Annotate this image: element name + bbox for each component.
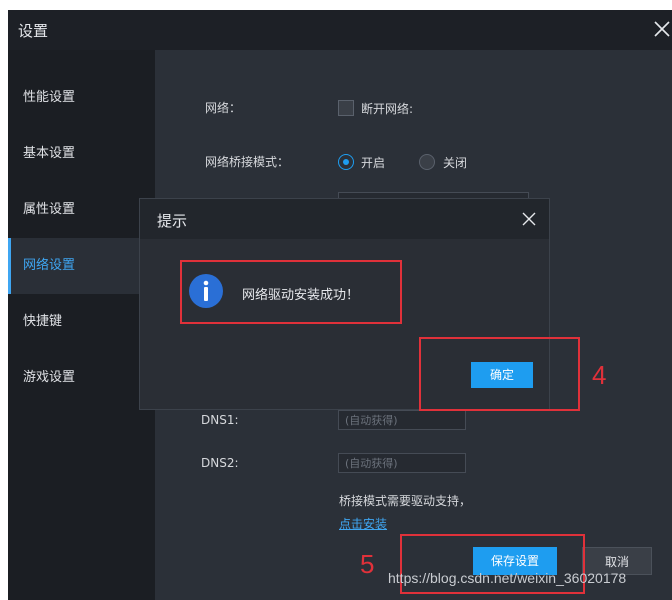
watermark: https://blog.csdn.net/weixin_36020178 — [388, 570, 627, 586]
disconnect-network-checkbox[interactable] — [338, 100, 354, 116]
bridge-driver-note: 桥接模式需要驱动支持， — [339, 494, 472, 508]
bridge-off-radio[interactable] — [419, 154, 435, 170]
install-driver-link[interactable]: 点击安装 — [339, 515, 387, 532]
close-icon[interactable] — [519, 209, 539, 229]
title-bar: 设置 — [8, 10, 672, 50]
sidebar-item-basic[interactable]: 基本设置 — [8, 126, 154, 182]
dialog-header: 提示 — [140, 199, 549, 239]
window-title: 设置 — [18, 22, 49, 40]
sidebar-item-network[interactable]: 网络设置 — [8, 238, 154, 294]
dns1-placeholder: (自动获得) — [345, 414, 398, 427]
sidebar: 性能设置 基本设置 属性设置 网络设置 快捷键 游戏设置 — [8, 50, 155, 600]
dialog-title: 提示 — [157, 212, 188, 230]
annotation-step-4: 4 — [592, 360, 607, 390]
close-icon[interactable] — [652, 17, 672, 41]
dns1-label: DNS1: — [201, 413, 239, 427]
sidebar-item-label: 基本设置 — [23, 146, 76, 161]
sidebar-item-label: 网络设置 — [23, 258, 76, 273]
network-label: 网络： — [205, 101, 242, 115]
dns1-input[interactable]: (自动获得) — [338, 410, 466, 430]
bridge-on-label: 开启 — [361, 156, 386, 170]
dns2-placeholder: (自动获得) — [345, 457, 398, 470]
sidebar-item-shortcuts[interactable]: 快捷键 — [8, 294, 154, 350]
annotation-message-box — [180, 260, 402, 324]
bridge-off-label: 关闭 — [443, 156, 468, 170]
disconnect-network-label: 断开网络: — [361, 102, 414, 116]
sidebar-item-label: 属性设置 — [23, 202, 76, 217]
sidebar-item-label: 游戏设置 — [23, 370, 76, 385]
sidebar-item-label: 快捷键 — [23, 314, 63, 329]
annotation-step-5: 5 — [360, 549, 375, 579]
sidebar-item-label: 性能设置 — [23, 90, 76, 105]
bridge-on-radio[interactable] — [338, 154, 354, 170]
annotation-ok-box — [419, 337, 580, 411]
sidebar-item-games[interactable]: 游戏设置 — [8, 350, 154, 406]
sidebar-item-properties[interactable]: 属性设置 — [8, 182, 154, 238]
dns2-input[interactable]: (自动获得) — [338, 453, 466, 473]
sidebar-item-performance[interactable]: 性能设置 — [8, 70, 154, 126]
dns2-label: DNS2: — [201, 456, 239, 470]
bridge-mode-label: 网络桥接模式： — [205, 155, 290, 169]
